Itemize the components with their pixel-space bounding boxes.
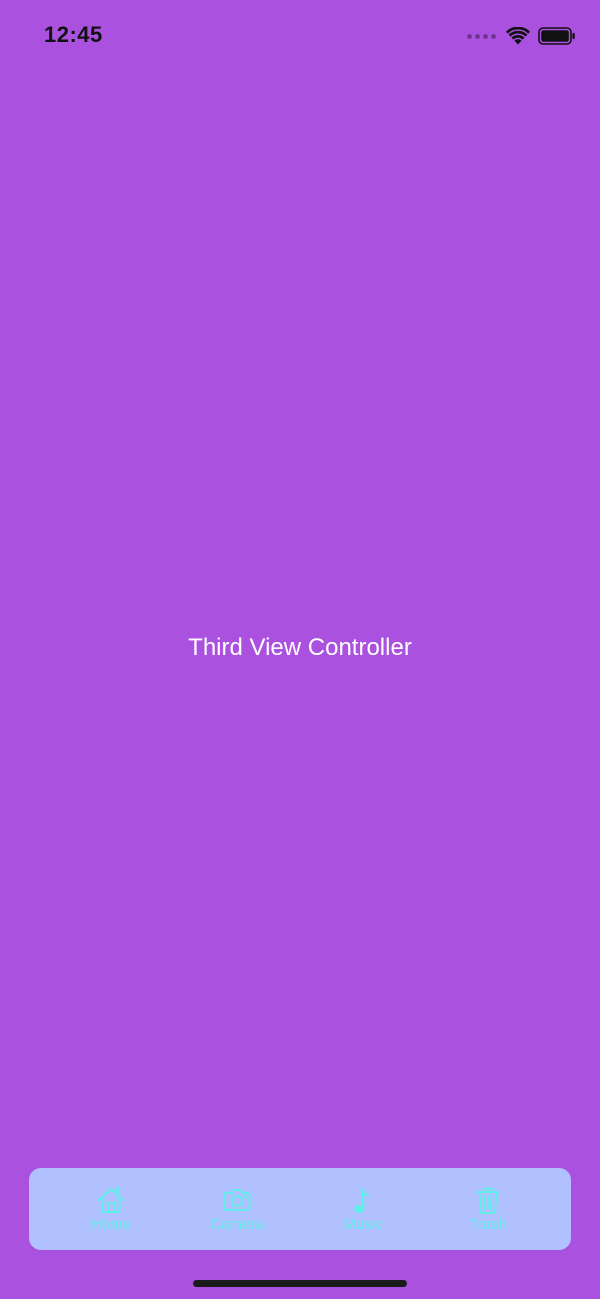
status-time: 12:45 (44, 22, 103, 47)
tab-music[interactable]: Music (313, 1168, 413, 1250)
status-icons (467, 24, 576, 48)
tab-trash[interactable]: Trash (438, 1168, 538, 1250)
tab-camera[interactable]: Camera (187, 1168, 287, 1250)
tab-music-label: Music (343, 1216, 383, 1233)
battery-icon (538, 27, 575, 45)
tab-bar: Home Camera Music Trash (29, 1168, 571, 1250)
tab-camera-label: Camera (210, 1216, 264, 1233)
view-title: Third View Controller (188, 634, 412, 661)
cellular-signal-icon (467, 33, 496, 39)
tab-home-label: Home (90, 1216, 131, 1233)
camera-icon (223, 1189, 251, 1211)
trash-icon (476, 1187, 500, 1214)
music-note-icon (354, 1188, 370, 1213)
home-icon (98, 1187, 124, 1213)
tab-trash-label: Trash (469, 1216, 507, 1233)
home-indicator[interactable] (193, 1280, 407, 1287)
wifi-icon (506, 27, 530, 45)
tab-home[interactable]: Home (61, 1168, 161, 1250)
status-bar: 12:45 (0, 0, 600, 72)
